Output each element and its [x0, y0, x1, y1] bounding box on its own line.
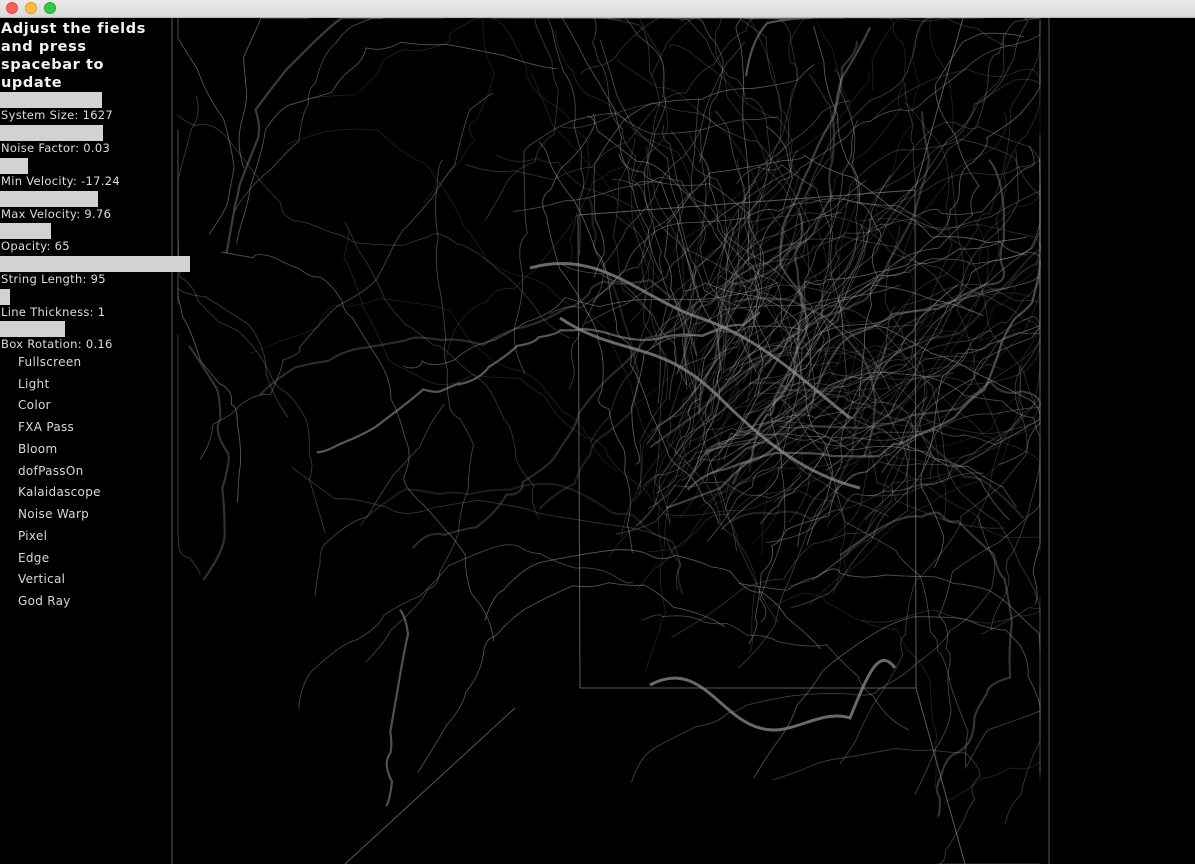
close-window-button[interactable] — [6, 2, 18, 14]
slider-fill[interactable] — [0, 256, 190, 272]
string-length-label: String Length: 95 — [1, 272, 106, 286]
slider-fill[interactable] — [0, 92, 102, 108]
slider-fill[interactable] — [0, 289, 10, 305]
instructions-heading: Adjust the fields and press spacebar to … — [1, 21, 146, 91]
opacity-label: Opacity: 65 — [1, 239, 70, 253]
system-size-label: System Size: 1627 — [1, 108, 114, 122]
max-velocity-label: Max Velocity: 9.76 — [1, 207, 112, 221]
toggle-fullscreen[interactable]: Fullscreen — [18, 355, 81, 369]
slider-fill[interactable] — [0, 191, 98, 207]
minimize-window-button[interactable] — [25, 2, 37, 14]
toggle-light[interactable]: Light — [18, 377, 49, 391]
toggle-bloom[interactable]: Bloom — [18, 442, 57, 456]
app-window: Adjust the fields and press spacebar to … — [0, 0, 1195, 864]
box-rotation-label: Box Rotation: 0.16 — [1, 337, 113, 351]
line-thickness-label: Line Thickness: 1 — [1, 305, 106, 319]
slider-fill[interactable] — [0, 158, 28, 174]
render-canvas[interactable] — [0, 18, 1195, 864]
title-bar — [0, 0, 1195, 18]
slider-fill[interactable] — [0, 125, 103, 141]
toggle-dof-pass-on[interactable]: dofPassOn — [18, 464, 84, 478]
toggle-color[interactable]: Color — [18, 398, 51, 412]
toggle-pixel[interactable]: Pixel — [18, 529, 47, 543]
slider-fill[interactable] — [0, 223, 51, 239]
noise-factor-label: Noise Factor: 0.03 — [1, 141, 111, 155]
toggle-god-ray[interactable]: God Ray — [18, 594, 71, 608]
toggle-kalaidascope[interactable]: Kalaidascope — [18, 485, 101, 499]
slider-fill[interactable] — [0, 321, 65, 337]
toggle-vertical[interactable]: Vertical — [18, 572, 65, 586]
toggle-noise-warp[interactable]: Noise Warp — [18, 507, 89, 521]
min-velocity-label: Min Velocity: -17.24 — [1, 174, 120, 188]
toggle-fxa-pass[interactable]: FXA Pass — [18, 420, 74, 434]
maximize-window-button[interactable] — [44, 2, 56, 14]
toggle-edge[interactable]: Edge — [18, 551, 49, 565]
